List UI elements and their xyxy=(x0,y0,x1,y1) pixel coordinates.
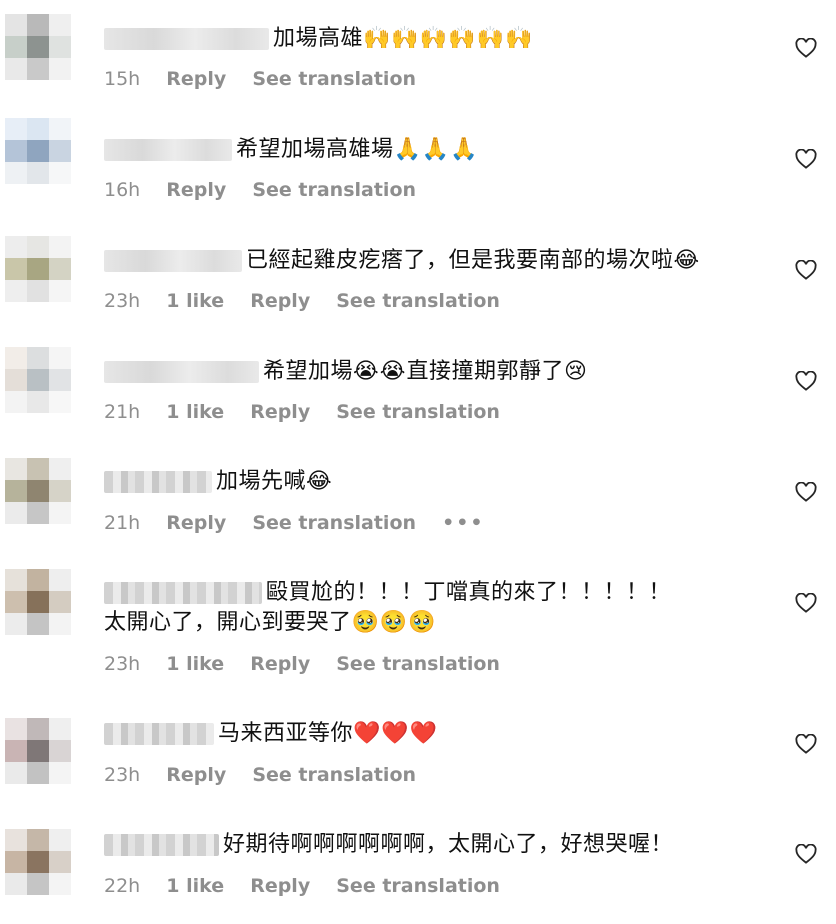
comment-body: 已經起雞皮疙瘩了，但是我要南部的場次啦 xyxy=(246,248,674,273)
comment-meta: 23h Reply See translation xyxy=(104,763,436,787)
loudly-crying-emoji-icon: 😭😭 xyxy=(353,359,407,384)
like-heart-icon[interactable] xyxy=(795,734,817,754)
comment-body-continued: 太開心了，開心到要哭了 xyxy=(104,610,352,635)
comment-meta: 16h Reply See translation xyxy=(104,178,436,202)
see-translation-link[interactable]: See translation xyxy=(336,875,500,897)
see-translation-link[interactable]: See translation xyxy=(252,179,416,201)
timestamp: 22h xyxy=(104,875,141,897)
username-blurred[interactable] xyxy=(104,582,262,604)
raised-hands-emoji-icon: 🙌🙌🙌🙌🙌🙌 xyxy=(363,26,534,51)
laughing-tears-emoji-icon: 😂 xyxy=(306,469,333,494)
comment-meta: 22h 1 like Reply See translation xyxy=(104,874,520,898)
reply-button[interactable]: Reply xyxy=(166,179,226,201)
avatar[interactable] xyxy=(5,569,71,635)
avatar[interactable] xyxy=(5,718,71,784)
username-blurred[interactable] xyxy=(104,834,219,856)
reply-button[interactable]: Reply xyxy=(250,401,310,423)
comment-body-continued: 直接撞期郭靜了 xyxy=(406,359,564,384)
like-heart-icon[interactable] xyxy=(795,844,817,864)
comment-body: 希望加場 xyxy=(263,359,354,384)
comment-body: 好期待啊啊啊啊啊啊，太開心了，好想哭喔！ xyxy=(223,832,674,857)
red-heart-emoji-icon: ❤️❤️❤️ xyxy=(353,721,439,746)
like-count[interactable]: 1 like xyxy=(166,401,224,423)
timestamp: 23h xyxy=(104,764,141,786)
timestamp: 15h xyxy=(104,68,141,90)
comment-body: 加場先喊 xyxy=(216,469,307,494)
like-heart-icon[interactable] xyxy=(795,260,817,280)
like-heart-icon[interactable] xyxy=(795,482,817,502)
reply-button[interactable]: Reply xyxy=(250,653,310,675)
like-heart-icon[interactable] xyxy=(795,149,817,169)
laughing-tears-emoji-icon: 😂 xyxy=(673,248,701,273)
holding-back-tears-emoji-icon: 🥹🥹🥹 xyxy=(351,610,437,635)
crying-face-emoji-icon: 😢 xyxy=(563,359,588,384)
timestamp: 23h xyxy=(104,290,141,312)
see-translation-link[interactable]: See translation xyxy=(336,653,500,675)
avatar[interactable] xyxy=(5,458,71,524)
avatar[interactable] xyxy=(5,347,71,413)
like-count[interactable]: 1 like xyxy=(166,290,224,312)
comment-text-line-2: 太開心了，開心到要哭了🥹🥹🥹 xyxy=(104,608,766,638)
comment-text: 马来西亚等你❤️❤️❤️ xyxy=(104,719,766,749)
comment-text: 毆買尬的！！！丁噹真的來了！！！！！ xyxy=(104,578,766,608)
comment-text: 好期待啊啊啊啊啊啊，太開心了，好想哭喔！ xyxy=(104,830,766,860)
reply-button[interactable]: Reply xyxy=(250,290,310,312)
more-options-icon[interactable]: ••• xyxy=(442,512,484,534)
avatar[interactable] xyxy=(5,236,71,302)
see-translation-link[interactable]: See translation xyxy=(252,764,416,786)
reply-button[interactable]: Reply xyxy=(166,512,226,534)
comment-meta: 15h Reply See translation xyxy=(104,67,436,91)
username-blurred[interactable] xyxy=(104,723,214,745)
comment-body: 希望加場高雄場 xyxy=(236,137,394,162)
timestamp: 21h xyxy=(104,512,141,534)
avatar[interactable] xyxy=(5,118,71,184)
comment-text: 希望加場高雄場🙏🙏🙏 xyxy=(104,135,766,165)
see-translation-link[interactable]: See translation xyxy=(336,290,500,312)
comment-meta: 21h Reply See translation ••• xyxy=(104,511,505,535)
username-blurred[interactable] xyxy=(104,28,269,50)
comment-body: 毆買尬的！！！丁噹真的來了！！！！！ xyxy=(266,580,672,605)
avatar[interactable] xyxy=(5,14,71,80)
username-blurred[interactable] xyxy=(104,471,212,493)
avatar[interactable] xyxy=(5,829,71,895)
comment-text: 已經起雞皮疙瘩了，但是我要南部的場次啦😂 xyxy=(104,246,766,276)
comment-meta: 23h 1 like Reply See translation xyxy=(104,289,520,313)
see-translation-link[interactable]: See translation xyxy=(252,68,416,90)
comment-body: 加場高雄 xyxy=(273,26,364,51)
username-blurred[interactable] xyxy=(104,250,242,272)
comment-meta: 23h 1 like Reply See translation xyxy=(104,652,520,676)
like-heart-icon[interactable] xyxy=(795,371,817,391)
reply-button[interactable]: Reply xyxy=(166,764,226,786)
like-count[interactable]: 1 like xyxy=(166,653,224,675)
username-blurred[interactable] xyxy=(104,139,232,161)
like-heart-icon[interactable] xyxy=(795,38,817,58)
folded-hands-emoji-icon: 🙏🙏🙏 xyxy=(393,137,479,162)
reply-button[interactable]: Reply xyxy=(250,875,310,897)
timestamp: 21h xyxy=(104,401,141,423)
comment-text: 加場高雄🙌🙌🙌🙌🙌🙌 xyxy=(104,24,766,54)
comment-meta: 21h 1 like Reply See translation xyxy=(104,400,520,424)
see-translation-link[interactable]: See translation xyxy=(252,512,416,534)
username-blurred[interactable] xyxy=(104,361,259,383)
see-translation-link[interactable]: See translation xyxy=(336,401,500,423)
timestamp: 23h xyxy=(104,653,141,675)
comment-body: 马来西亚等你 xyxy=(218,721,354,746)
timestamp: 16h xyxy=(104,179,141,201)
comment-text: 加場先喊😂 xyxy=(104,467,766,497)
comment-text: 希望加場😭😭直接撞期郭靜了😢 xyxy=(104,357,766,387)
like-heart-icon[interactable] xyxy=(795,593,817,613)
reply-button[interactable]: Reply xyxy=(166,68,226,90)
like-count[interactable]: 1 like xyxy=(166,875,224,897)
